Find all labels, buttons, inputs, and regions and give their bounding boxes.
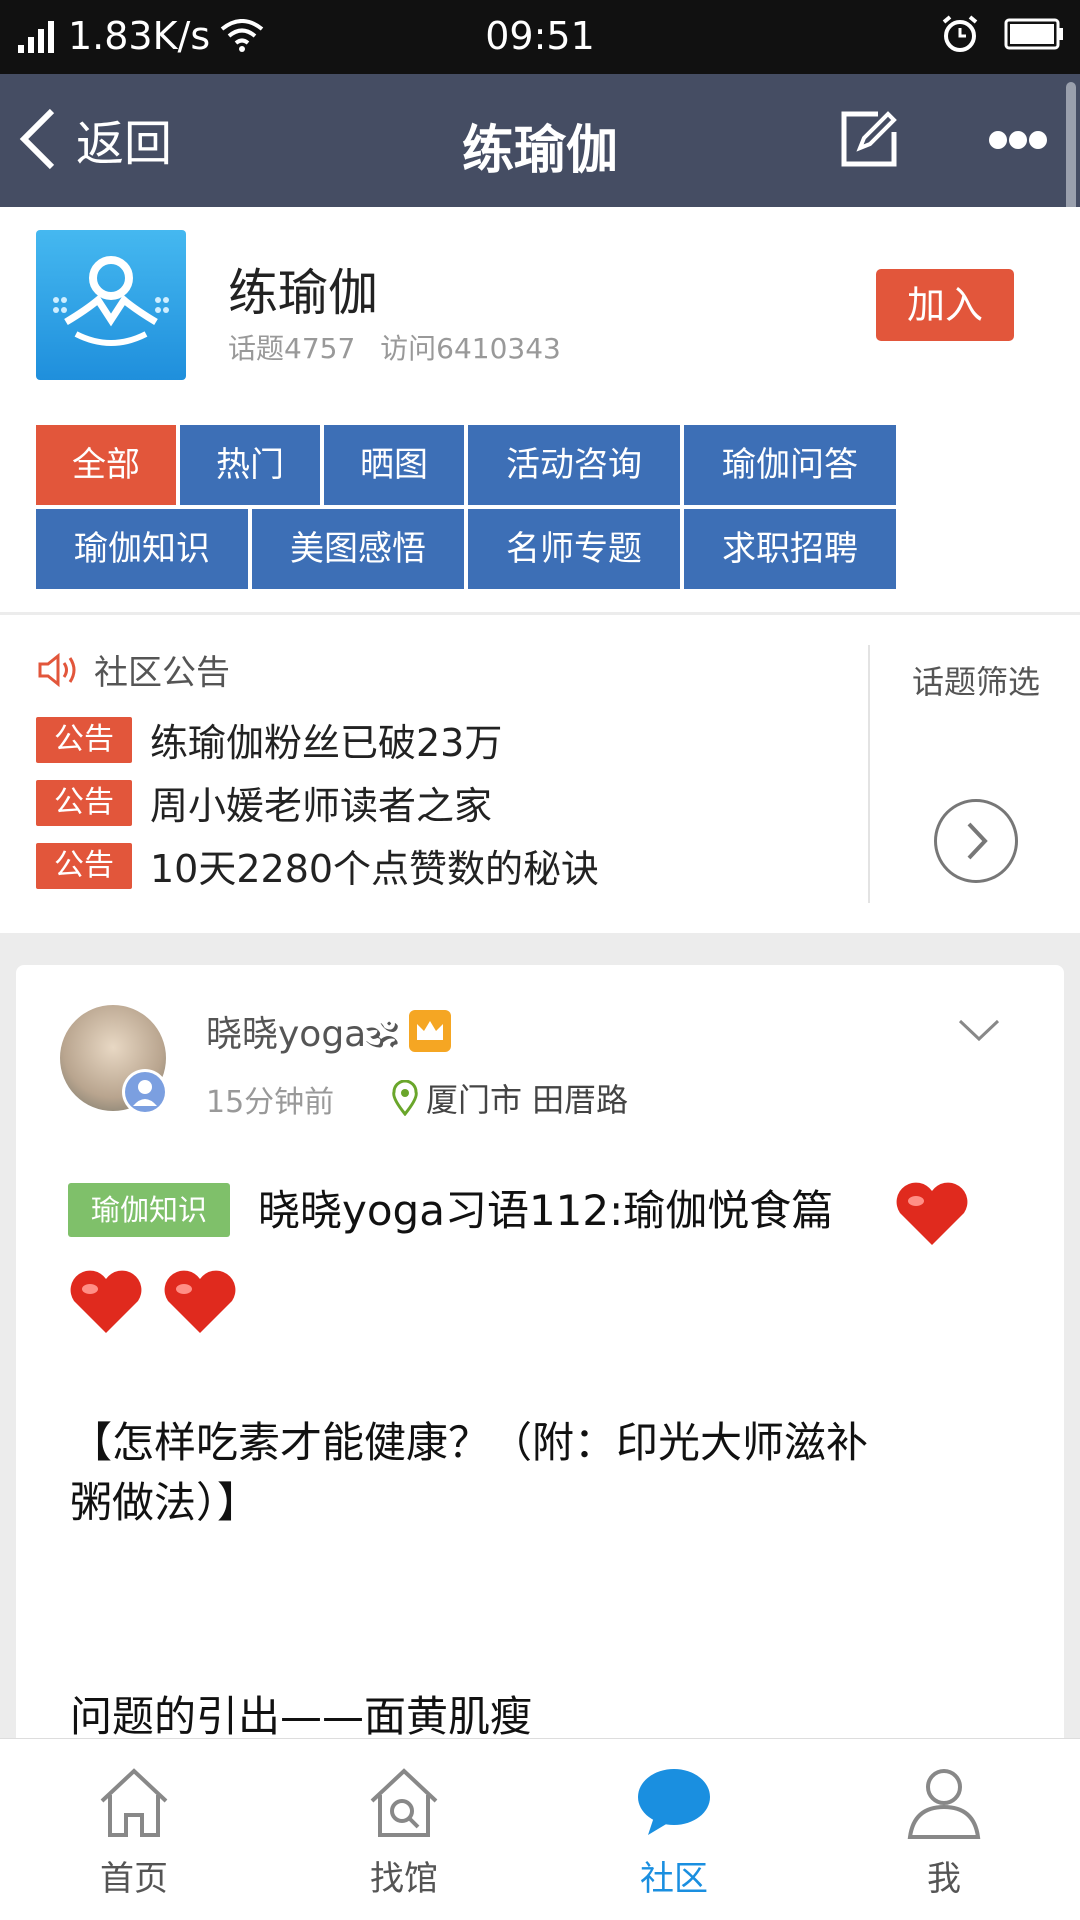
group-stats: 话题4757 访问6410343 — [228, 327, 577, 367]
chevron-down-icon — [958, 1019, 1000, 1042]
topic-filter-button[interactable] — [934, 799, 1018, 883]
crown-icon — [408, 1010, 451, 1052]
notice-badge: 公告 — [36, 779, 132, 826]
post-body-line: 粥做法）】 — [70, 1478, 260, 1527]
tab-me[interactable]: 我 — [854, 1761, 1034, 1900]
tag-all[interactable]: 全部 — [36, 425, 176, 505]
group-name: 练瑜伽 — [228, 264, 378, 322]
heart-icon — [896, 1182, 968, 1245]
tag-photos[interactable]: 晒图 — [324, 425, 464, 505]
page-title: 练瑜伽 — [461, 121, 618, 181]
community-chat-icon — [638, 1769, 710, 1835]
yoga-logo-icon — [53, 256, 169, 346]
more-button[interactable] — [988, 128, 1048, 156]
tab-label: 我 — [927, 1859, 961, 1899]
heart-icon — [70, 1270, 142, 1333]
status-time: 09:51 — [485, 14, 595, 58]
notice-text: 周小媛老师读者之家 — [150, 784, 493, 828]
user-icon — [133, 1080, 157, 1106]
speaker-icon — [38, 652, 76, 687]
alarm-icon — [942, 15, 978, 52]
profile-icon — [907, 1769, 981, 1839]
author-name[interactable]: 晓晓yoga🕉 — [206, 1005, 399, 1057]
battery-icon — [1004, 18, 1063, 50]
notice-divider — [868, 645, 870, 903]
user-badge — [122, 1069, 168, 1115]
notice-item[interactable]: 公告 周小媛老师读者之家 — [36, 775, 492, 830]
chevron-right-icon — [967, 822, 988, 860]
status-bar: 1.83K/s 09:51 — [0, 0, 1080, 74]
tab-find-venue[interactable]: 找馆 — [314, 1761, 494, 1900]
topic-filter-label[interactable]: 话题筛选 — [912, 657, 1040, 703]
heart-icon — [164, 1270, 236, 1333]
notice-heading: 社区公告 — [94, 653, 230, 693]
community-notice: 社区公告 公告 练瑜伽粉丝已破23万 公告 周小媛老师读者之家 公告 10天22… — [0, 615, 1080, 933]
edit-icon — [841, 111, 897, 167]
topic-count: 话题4757 — [228, 332, 356, 365]
notice-badge: 公告 — [36, 842, 132, 889]
tag-yoga-knowledge[interactable]: 瑜伽知识 — [36, 509, 248, 589]
post-options-button[interactable] — [956, 1015, 1002, 1049]
edit-button[interactable] — [838, 108, 900, 174]
tag-hot[interactable]: 热门 — [180, 425, 320, 505]
join-button[interactable]: 加入 — [876, 269, 1014, 341]
screen: 1.83K/s 09:51 返回 练瑜伽 练瑜伽 话题4757 访问641034… — [0, 0, 1080, 1920]
tab-home[interactable]: 首页 — [44, 1761, 224, 1900]
tab-label: 找馆 — [370, 1859, 438, 1899]
group-header: 练瑜伽 话题4757 访问6410343 加入 全部 热门 晒图 活动咨询 瑜伽… — [0, 207, 1080, 612]
post-body-line: 【怎样吃素才能健康？（附：印光大师滋补 — [70, 1418, 869, 1467]
tag-yoga-qa[interactable]: 瑜伽问答 — [684, 425, 896, 505]
post-time: 15分钟前 — [206, 1085, 335, 1120]
tab-label: 社区 — [640, 1859, 708, 1899]
location-pin-icon — [392, 1080, 418, 1116]
category-tag[interactable]: 瑜伽知识 — [68, 1183, 230, 1237]
notice-text: 练瑜伽粉丝已破23万 — [150, 721, 503, 765]
find-venue-icon — [370, 1768, 438, 1837]
navigation-bar: 返回 练瑜伽 — [0, 74, 1080, 207]
tag-event-inquiry[interactable]: 活动咨询 — [468, 425, 680, 505]
tag-jobs[interactable]: 求职招聘 — [684, 509, 896, 589]
bottom-tab-bar: 首页 找馆 社区 我 — [0, 1738, 1080, 1920]
tab-label: 首页 — [100, 1859, 168, 1899]
more-icon — [989, 131, 1047, 149]
post-location: 厦门市 田厝路 — [426, 1081, 629, 1119]
group-logo — [36, 230, 186, 380]
notice-badge: 公告 — [36, 716, 132, 763]
post-title[interactable]: 晓晓yoga习语112:瑜伽悦食篇 — [258, 1177, 833, 1238]
tag-photo-insights[interactable]: 美图感悟 — [252, 509, 464, 589]
notice-text: 10天2280个点赞数的秘诀 — [150, 847, 600, 891]
visit-count: 访问6410343 — [380, 332, 561, 365]
home-icon — [100, 1768, 168, 1837]
tag-master-topics[interactable]: 名师专题 — [468, 509, 680, 589]
notice-item[interactable]: 公告 练瑜伽粉丝已破23万 — [36, 712, 502, 767]
notice-item[interactable]: 公告 10天2280个点赞数的秘诀 — [36, 838, 599, 893]
tab-community[interactable]: 社区 — [584, 1761, 764, 1900]
